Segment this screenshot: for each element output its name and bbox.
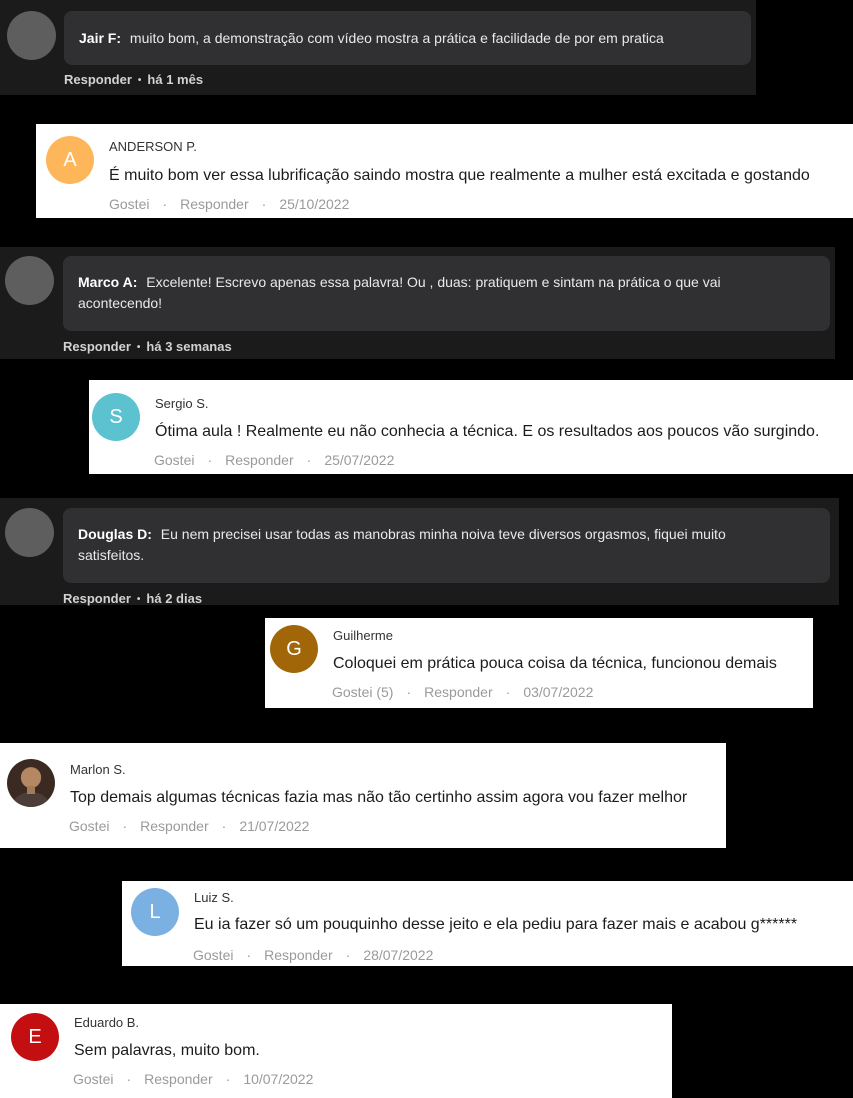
- comment-author: ANDERSON P.: [109, 139, 197, 154]
- comment-author: Eduardo B.: [74, 1015, 140, 1030]
- avatar: [7, 11, 56, 60]
- comment-text: Top demais algumas técnicas fazia mas nã…: [70, 789, 688, 806]
- like-button[interactable]: Gostei: [154, 452, 194, 468]
- comment-author: Jair F:: [79, 30, 122, 46]
- comment-meta: Gostei · Responder · 21/07/2022: [69, 818, 310, 834]
- comment-text-continued: satisfeitos.: [78, 547, 145, 563]
- comment-text-continued: acontecendo!: [78, 295, 163, 311]
- comment-card: A ANDERSON P. É muito bom ver essa lubri…: [36, 124, 853, 218]
- avatar: A: [46, 136, 94, 184]
- reply-link[interactable]: Responder: [264, 947, 333, 963]
- comment-meta: Gostei · Responder · 25/07/2022: [154, 452, 395, 468]
- comment-date: 21/07/2022: [239, 818, 310, 834]
- comment-bubble: Douglas D: Eu nem precisei usar todas as…: [63, 508, 830, 583]
- like-button[interactable]: Gostei: [73, 1071, 113, 1087]
- avatar: G: [270, 625, 318, 673]
- comment-bubble: Jair F: muito bom, a demonstração com ví…: [64, 11, 751, 65]
- comment-meta: Responder • há 1 mês: [64, 72, 204, 87]
- comment-card: Jair F: muito bom, a demonstração com ví…: [0, 0, 756, 95]
- reply-link[interactable]: Responder: [64, 72, 132, 87]
- comment-card: G Guilherme Coloquei em prática pouca co…: [265, 618, 813, 708]
- avatar: [5, 256, 54, 305]
- comment-meta: Gostei · Responder · 28/07/2022: [193, 947, 434, 963]
- reply-link[interactable]: Responder: [140, 818, 209, 834]
- like-button[interactable]: Gostei: [193, 947, 233, 963]
- comment-text: Eu ia fazer só um pouquinho desse jeito …: [194, 916, 798, 933]
- comment-author: Marco A:: [78, 274, 138, 290]
- reply-link[interactable]: Responder: [144, 1071, 213, 1087]
- comment-time: há 2 dias: [146, 591, 203, 606]
- avatar: [5, 508, 54, 557]
- comment-text: Coloquei em prática pouca coisa da técni…: [333, 655, 777, 672]
- comment-text: Excelente! Escrevo apenas essa palavra! …: [146, 274, 721, 290]
- comment-time: há 1 mês: [147, 72, 204, 87]
- comment-meta: Responder • há 3 semanas: [63, 339, 232, 354]
- avatar: E: [11, 1013, 59, 1061]
- comment-meta: Responder • há 2 dias: [63, 591, 203, 606]
- comment-card: Marco A: Excelente! Escrevo apenas essa …: [0, 247, 835, 359]
- comment-text: Ótima aula ! Realmente eu não conhecia a…: [155, 423, 820, 440]
- comment-author: Guilherme: [333, 628, 393, 643]
- avatar: L: [131, 888, 179, 936]
- like-button[interactable]: Gostei (5): [332, 684, 393, 700]
- comment-card: E Eduardo B. Sem palavras, muito bom. Go…: [0, 1004, 672, 1098]
- comment-date: 25/10/2022: [279, 196, 350, 212]
- reply-link[interactable]: Responder: [424, 684, 493, 700]
- comment-meta: Gostei · Responder · 25/10/2022: [109, 196, 350, 212]
- reply-link[interactable]: Responder: [180, 196, 249, 212]
- comment-date: 03/07/2022: [523, 684, 594, 700]
- avatar-photo: [7, 759, 55, 807]
- comment-author: Marlon S.: [70, 762, 126, 777]
- reply-link[interactable]: Responder: [63, 339, 131, 354]
- comment-bubble: Marco A: Excelente! Escrevo apenas essa …: [63, 256, 830, 331]
- comment-date: 28/07/2022: [363, 947, 434, 963]
- like-button[interactable]: Gostei: [69, 818, 109, 834]
- comment-text: muito bom, a demonstração com vídeo most…: [129, 30, 664, 46]
- comment-text: É muito bom ver essa lubrificação saindo…: [109, 167, 810, 184]
- reply-link[interactable]: Responder: [63, 591, 131, 606]
- comment-card: Douglas D: Eu nem precisei usar todas as…: [0, 498, 839, 606]
- reply-link[interactable]: Responder: [225, 452, 294, 468]
- comment-text: Eu nem precisei usar todas as manobras m…: [160, 526, 726, 542]
- comment-author: Luiz S.: [194, 890, 234, 905]
- comment-meta: Gostei (5) · Responder · 03/07/2022: [332, 684, 594, 700]
- avatar: S: [92, 393, 140, 441]
- comment-card: Marlon S. Top demais algumas técnicas fa…: [0, 743, 726, 848]
- comment-time: há 3 semanas: [146, 339, 232, 354]
- comment-author: Douglas D:: [78, 526, 152, 542]
- comment-card: S Sergio S. Ótima aula ! Realmente eu nã…: [89, 380, 853, 474]
- comment-card: L Luiz S. Eu ia fazer só um pouquinho de…: [122, 881, 853, 966]
- comment-author: Sergio S.: [155, 396, 209, 411]
- comment-date: 25/07/2022: [324, 452, 395, 468]
- comment-meta: Gostei · Responder · 10/07/2022: [73, 1071, 314, 1087]
- comment-text: Sem palavras, muito bom.: [74, 1042, 260, 1059]
- like-button[interactable]: Gostei: [109, 196, 149, 212]
- comment-date: 10/07/2022: [243, 1071, 314, 1087]
